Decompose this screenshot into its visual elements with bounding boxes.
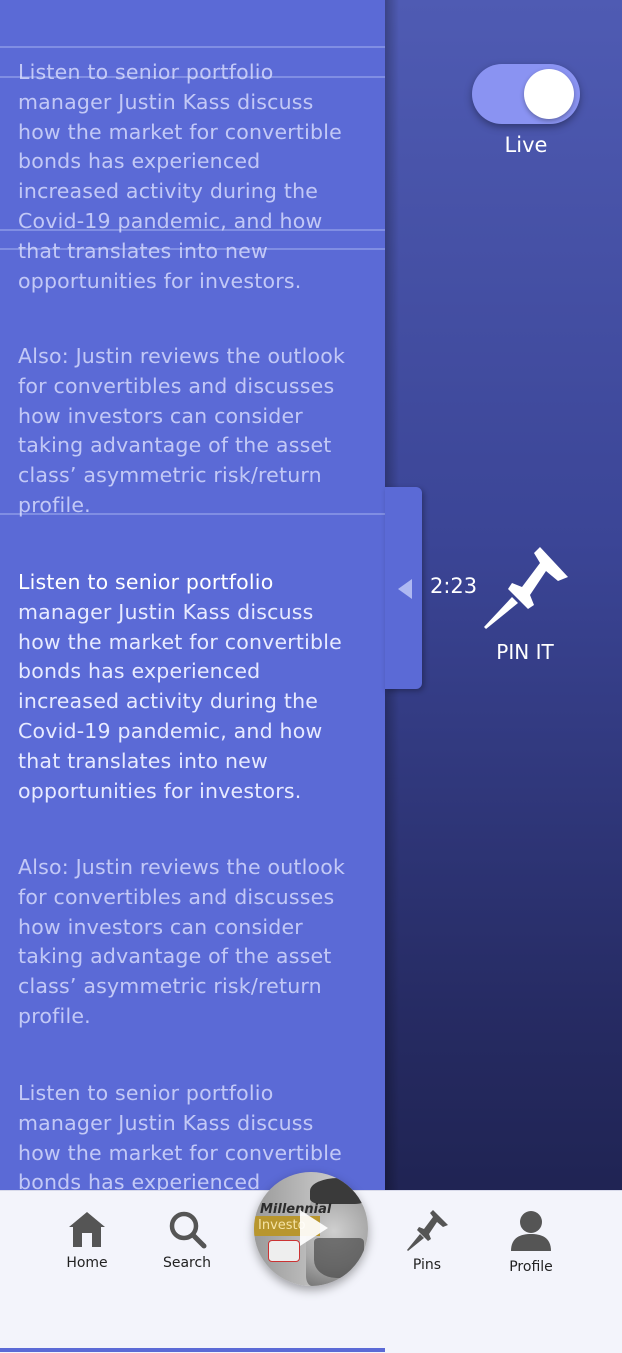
tab-label-profile: Profile: [509, 1259, 553, 1275]
transcript-paragraph: Listen to senior portfolio manager Justi…: [18, 60, 342, 293]
collapse-arrow-icon: [398, 579, 412, 599]
tab-pins[interactable]: Pins: [382, 1209, 472, 1273]
panel-bottom-edge: [0, 1348, 385, 1352]
transcript-text: manager Justin Kass discuss how the mark…: [18, 599, 342, 803]
home-icon: [69, 1212, 105, 1247]
toggle-knob: [524, 69, 574, 119]
tab-label-pins: Pins: [412, 1257, 442, 1273]
live-label: Live: [504, 133, 548, 157]
tab-profile[interactable]: Profile: [486, 1209, 576, 1275]
divider: [0, 46, 385, 48]
now-playing-button[interactable]: Millennial Investo: [254, 1172, 368, 1286]
pin-icon[interactable]: [482, 545, 572, 635]
podcast-host-hair: [310, 1178, 366, 1204]
pin-icon: [407, 1210, 448, 1251]
live-toggle[interactable]: [472, 64, 580, 124]
search-icon: [169, 1211, 207, 1249]
current-line-highlight: Listen to senior portfolio: [18, 570, 274, 594]
transcript-paragraph: Also: Justin reviews the outlook for con…: [18, 855, 346, 1028]
tab-label-search: Search: [162, 1255, 212, 1271]
tab-home[interactable]: Home: [42, 1209, 132, 1271]
profile-icon: [511, 1211, 551, 1251]
transcript-panel[interactable]: Listen to senior portfolio manager Justi…: [0, 0, 385, 1352]
transcript-paragraph: Also: Justin reviews the outlook for con…: [18, 344, 346, 517]
tab-label-home: Home: [66, 1255, 108, 1271]
tab-search[interactable]: Search: [142, 1209, 232, 1271]
collapse-panel-handle[interactable]: [385, 487, 422, 689]
timestamp: 2:23: [430, 574, 478, 598]
transcript-paragraph-current: Listen to senior portfolio manager Justi…: [18, 568, 363, 806]
podcast-badge: [268, 1240, 300, 1262]
play-icon: [300, 1210, 328, 1246]
pin-it-label[interactable]: PIN IT: [485, 640, 565, 664]
